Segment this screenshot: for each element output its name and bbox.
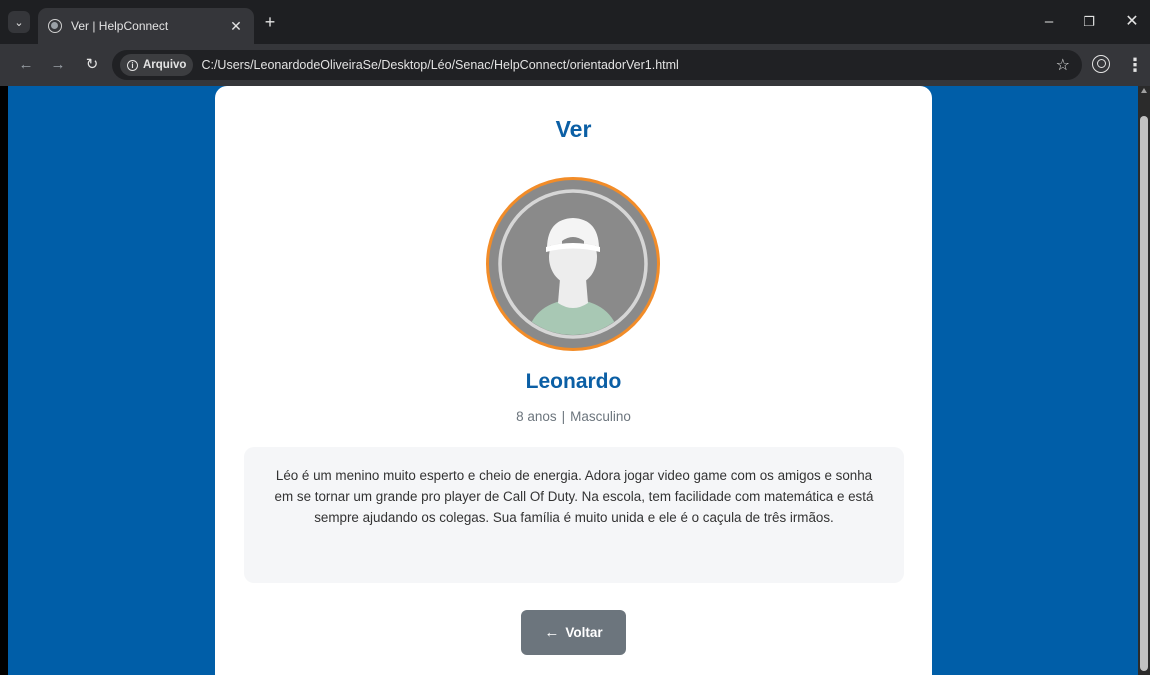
menu-icon[interactable]: ⋮: [1126, 53, 1144, 77]
tab-title: Ver | HelpConnect: [71, 19, 169, 33]
security-label: Arquivo: [143, 59, 187, 71]
info-separator: |: [561, 409, 566, 424]
back-arrow-icon[interactable]: ←: [14, 53, 38, 77]
globe-icon: [48, 19, 62, 33]
info-icon: i: [127, 59, 138, 71]
back-button[interactable]: ← Voltar: [521, 610, 626, 655]
browser-titlebar: ⌄ Ver | HelpConnect ✕ + – ❐ ✕: [0, 0, 1150, 44]
page-title: Ver: [555, 116, 592, 142]
child-gender: Masculino: [570, 409, 631, 424]
chevron-down-icon: ⌄: [14, 16, 24, 29]
browser-tab[interactable]: Ver | HelpConnect ✕: [38, 8, 254, 44]
new-tab-button[interactable]: +: [260, 12, 280, 32]
site-info-chip[interactable]: i Arquivo: [120, 54, 194, 76]
browser-toolbar: ← → ↻ i Arquivo C:/Users/LeonardodeOlive…: [0, 44, 1150, 86]
restore-button[interactable]: ❐: [1075, 10, 1103, 34]
scroll-up-arrow-icon[interactable]: [1141, 88, 1147, 93]
child-info: 8 anos | Masculino: [215, 409, 932, 424]
child-name: Leonardo: [525, 370, 622, 393]
address-bar[interactable]: i Arquivo C:/Users/LeonardodeOliveiraSe/…: [112, 50, 1082, 80]
back-button-label: Voltar: [565, 625, 603, 640]
forward-arrow-icon[interactable]: →: [46, 53, 70, 77]
page-viewport: Ver Leonardo 8 anos | Masculino Léo é um m…: [8, 86, 1138, 675]
tab-close-icon[interactable]: ✕: [228, 18, 244, 35]
description-box: Léo é um menino muito esperto e cheio de…: [244, 447, 904, 583]
url-text[interactable]: C:/Users/LeonardodeOliveiraSe/Desktop/Lé…: [201, 58, 678, 72]
close-window-button[interactable]: ✕: [1118, 10, 1146, 34]
child-avatar: [486, 177, 660, 351]
child-age: 8 anos: [516, 409, 557, 424]
tab-list-button[interactable]: ⌄: [8, 11, 30, 33]
child-description: Léo é um menino muito esperto e cheio de…: [274, 468, 874, 525]
minimize-button[interactable]: –: [1035, 10, 1063, 34]
scrollbar-thumb[interactable]: [1140, 116, 1148, 671]
arrow-left-icon: ←: [544, 624, 560, 641]
profile-icon[interactable]: [1092, 55, 1110, 73]
page-scrollbar[interactable]: [1138, 86, 1150, 675]
profile-card: Ver Leonardo 8 anos | Masculino Léo é um m…: [215, 86, 932, 675]
star-icon[interactable]: ☆: [1056, 55, 1070, 75]
reload-icon[interactable]: ↻: [80, 53, 104, 77]
